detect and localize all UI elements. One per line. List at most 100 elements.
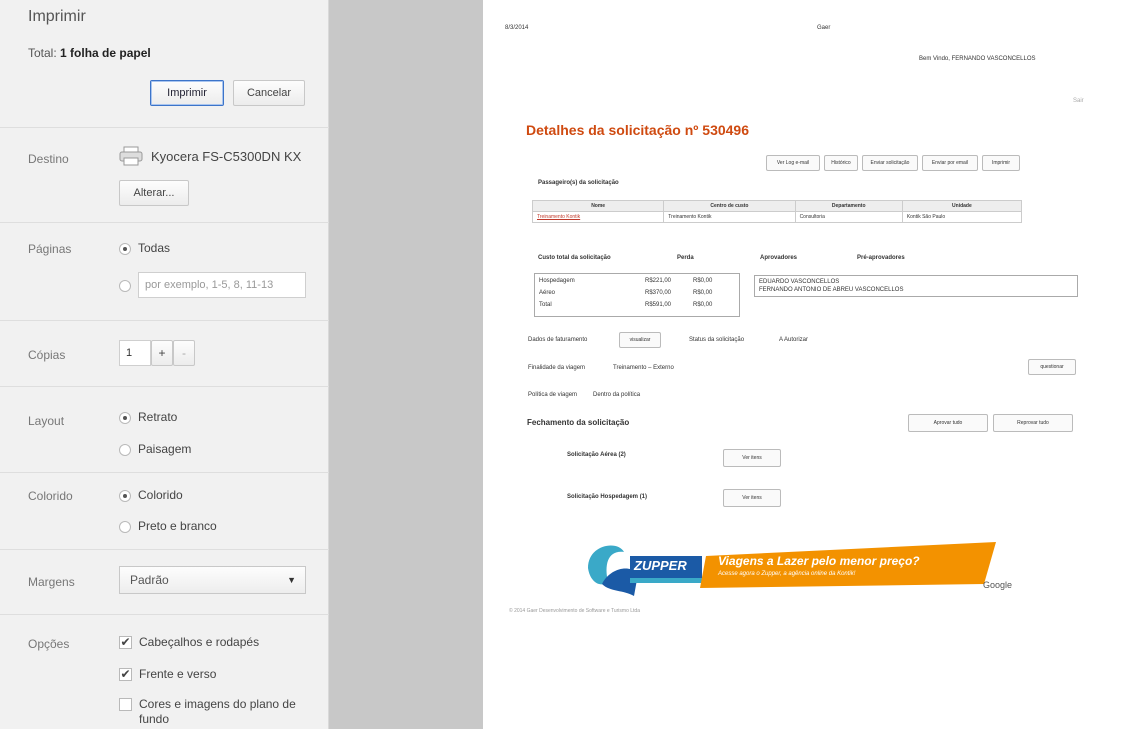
layout-label: Layout [28,414,65,428]
duplex-label: Frente e verso [139,667,217,681]
print-button[interactable]: Imprimir [150,80,224,106]
headers-footers-checkbox[interactable]: ✔ [119,636,132,649]
preview-background [329,0,483,729]
total-prefix: Total: [28,46,57,60]
approvers-header: Aprovadores [760,255,798,261]
send-by-email-button[interactable]: Enviar por email [922,155,978,171]
banner-partner: Google [983,580,1013,590]
layout-landscape-radio[interactable] [119,444,131,456]
view-air-items-button[interactable]: Ver itens [723,449,781,467]
table-header: Nome [531,200,665,212]
status-label: Status da solicitação [689,337,745,343]
layout-portrait-label: Retrato [138,410,178,424]
divider [0,127,329,128]
options-label: Opções [28,637,70,651]
passengers-title: Passageiro(s) da solicitação [538,180,619,186]
layout-portrait-radio[interactable] [119,412,131,424]
policy-label: Política de viagem [528,392,578,398]
closing-title: Fechamento da solicitação [527,418,630,427]
change-destination-button[interactable]: Alterar... [119,180,189,206]
approvers-box: EDUARDO VASCONCELLOS FERNANDO ANTONIO DE… [754,275,1078,297]
cost-item: Total [539,302,552,308]
purpose-value: Treinamento – Externo [613,365,674,371]
printer-name: Kyocera FS-C5300DN KX [151,149,302,164]
passenger-name-link[interactable]: Treinamento Kontik [531,211,665,223]
cost-box: Hospedagem R$221,00 R$0,00 Aéreo R$370,0… [534,273,740,317]
cost-item: Aéreo [539,290,556,296]
cost-loss: R$0,00 [693,302,713,308]
backgrounds-label: Cores e imagens do plano de fundo [139,697,296,726]
copies-input[interactable]: 1 [119,340,151,366]
destination-label: Destino [28,152,69,166]
view-email-log-button[interactable]: Ver Log e-mail [766,155,820,171]
table-cell: Treinamento Kontik [663,211,796,223]
bw-radio[interactable] [119,521,131,533]
duplex-checkbox[interactable]: ✔ [119,668,132,681]
layout-landscape-label: Paisagem [138,442,192,456]
color-radio[interactable] [119,490,131,502]
table-cell: Consultoria [794,211,903,223]
billing-view-button[interactable]: visualizar [619,332,661,348]
backgrounds-checkbox[interactable] [119,698,132,711]
divider [0,614,329,615]
pages-label: Páginas [28,242,72,256]
print-page-button[interactable]: Imprimir [982,155,1020,171]
copies-decrease-button[interactable]: - [173,340,195,366]
table-header: Centro de custo [663,200,796,212]
approve-all-button[interactable]: Aprovar tudo [908,414,988,432]
copies-increase-button[interactable]: + [151,340,173,366]
request-title: Detalhes da solicitação nº 530496 [526,122,750,138]
total-sheets: Total: 1 folha de papel [28,46,151,60]
approver-name: EDUARDO VASCONCELLOS [759,279,840,285]
top-right-link: Sair [1073,98,1084,104]
pages-range-radio[interactable] [119,280,131,292]
approver-name: FERNANDO ANTONIO DE ABREU VASCONCELLOS [759,287,904,293]
print-heading: Imprimir [28,8,86,25]
view-hotel-items-button[interactable]: Ver itens [723,489,781,507]
headers-footers-label: Cabeçalhos e rodapés [139,635,260,649]
table-row: Treinamento Kontik Treinamento Kontik Co… [531,211,1023,223]
divider [0,549,329,550]
air-request-label: Solicitação Aérea (2) [567,452,626,458]
printer-icon [119,146,143,166]
copies-label: Cópias [28,348,66,362]
color-option-label: Colorido [138,488,183,502]
welcome-text: Bem Vindo, FERNANDO VASCONCELLOS [919,56,1036,62]
cost-loss: R$0,00 [693,290,713,296]
divider [0,222,329,223]
total-value: 1 folha de papel [60,46,151,60]
pages-range-input[interactable]: por exemplo, 1-5, 8, 11-13 [138,272,306,298]
cost-value: R$221,00 [645,278,672,284]
print-preview-page[interactable]: 8/3/2014 Gaer Bem Vindo, FERNANDO VASCON… [483,0,1131,729]
page-footer: © 2014 Gaer Desenvolvimento de Software … [509,608,640,614]
table-cell: Kontik São Paulo [901,211,1023,223]
history-button[interactable]: Histórico [824,155,858,171]
divider [0,386,329,387]
policy-value: Dentro da política [593,392,641,398]
margins-label: Margens [28,575,75,589]
banner-headline: Viagens a Lazer pelo menor preço? [718,554,920,568]
pages-all-radio[interactable] [119,243,131,255]
cost-value: R$370,00 [645,290,672,296]
hotel-request-label: Solicitação Hospedagem (1) [567,494,648,500]
passengers-table: Nome Centro de custo Departamento Unidad… [531,200,1023,223]
table-header: Unidade [901,200,1023,212]
banner-brand: ZUPPER [634,558,687,573]
cost-item: Hospedagem [539,278,575,284]
table-header: Departamento [794,200,903,212]
status-value: A Autorizar [779,337,809,343]
zupper-banner[interactable]: ZUPPER Viagens a Lazer pelo menor preço?… [578,538,1028,602]
divider [0,320,329,321]
reject-all-button[interactable]: Reprovar tudo [993,414,1073,432]
margins-select[interactable]: Padrão ▼ [119,566,306,594]
chevron-down-icon: ▼ [287,575,296,585]
questions-button[interactable]: questionar [1028,359,1076,375]
pre-approvers-header: Pré-aprovadores [857,255,905,261]
margins-value: Padrão [130,573,169,587]
cost-loss: R$0,00 [693,278,713,284]
cancel-button[interactable]: Cancelar [233,80,305,106]
send-request-button[interactable]: Enviar solicitação [862,155,918,171]
page-header-date: 8/3/2014 [505,25,529,31]
purpose-label: Finalidade da viagem [528,365,586,371]
loss-header: Perda [677,255,694,261]
